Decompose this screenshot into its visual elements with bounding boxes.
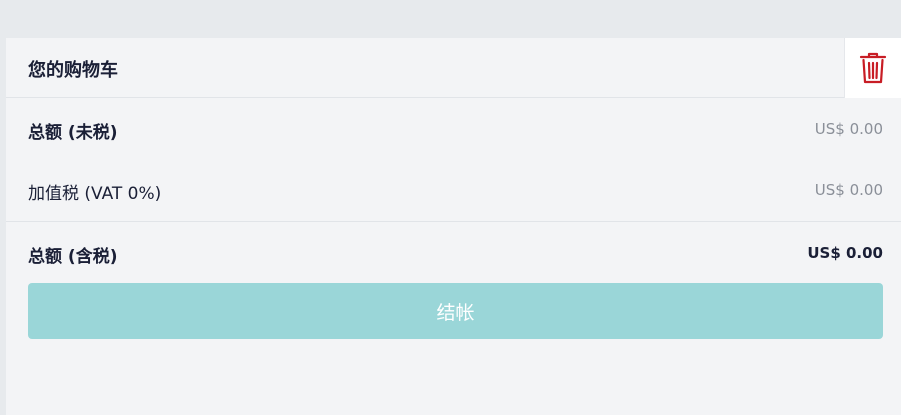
clear-cart-button[interactable]	[844, 38, 901, 98]
total-label: 总额 (含税)	[28, 247, 118, 267]
cart-header: 您的购物车	[6, 38, 901, 98]
total-row: 总额 (含税) US$ 0.00	[28, 238, 883, 268]
subtotal-value: US$ 0.00	[814, 120, 883, 138]
vat-label: 加值税 (VAT 0%)	[28, 184, 162, 204]
divider	[6, 221, 901, 222]
total-value: US$ 0.00	[807, 244, 883, 262]
cart-title: 您的购物车	[28, 60, 118, 81]
cart-panel: 您的购物车 总额 (未税) US$ 0.00 加值税 (VAT 0%) US$ …	[6, 38, 901, 415]
subtotal-row: 总额 (未税) US$ 0.00	[28, 114, 883, 144]
trash-icon	[859, 52, 887, 84]
vat-row: 加值税 (VAT 0%) US$ 0.00	[28, 175, 883, 205]
subtotal-label: 总额 (未税)	[28, 123, 118, 143]
checkout-button[interactable]: 结帐	[28, 283, 883, 339]
vat-value: US$ 0.00	[814, 181, 883, 199]
